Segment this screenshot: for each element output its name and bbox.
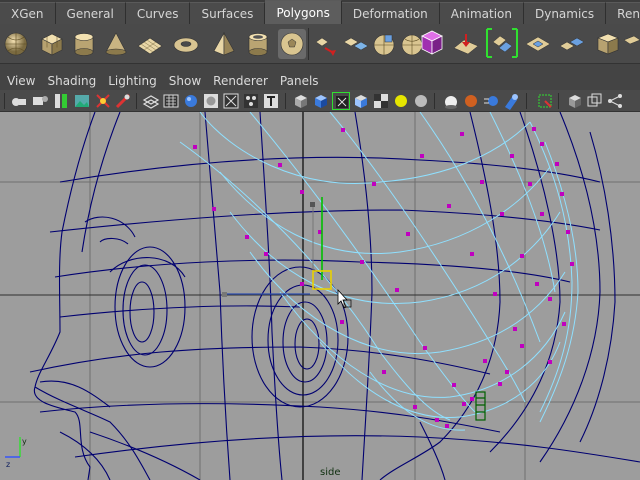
shelf-tab-general[interactable]: General [55, 2, 126, 24]
isolate-view-icon[interactable] [566, 92, 584, 110]
menu-renderer[interactable]: Renderer [207, 74, 274, 88]
panel-toolbar [0, 90, 640, 112]
menu-lighting[interactable]: Lighting [102, 74, 163, 88]
axis-gizmo-icon: y z [5, 437, 27, 469]
menu-view[interactable]: View [1, 74, 41, 88]
poly-fill-hole-icon[interactable] [524, 29, 552, 59]
head-wireframe[interactable]: y z [0, 112, 640, 480]
poly-torus-icon[interactable] [172, 29, 200, 59]
select-camera-icon[interactable] [10, 92, 28, 110]
eye-wireframe [84, 216, 186, 368]
poly-soccer-ball-icon[interactable] [278, 29, 306, 59]
poly-cube-icon[interactable] [38, 29, 66, 59]
smooth-shade-icon[interactable] [162, 92, 180, 110]
poly-separate-icon[interactable] [312, 29, 340, 59]
joint-icon [475, 391, 486, 421]
svg-text:y: y [22, 437, 27, 446]
viewport-axes [0, 112, 640, 480]
ambient-occlusion-icon[interactable] [462, 92, 480, 110]
poly-combine-icon[interactable] [342, 29, 370, 59]
shelf-tab-polygons[interactable]: Polygons [265, 0, 342, 24]
viewport-grid [0, 112, 640, 480]
menu-shading[interactable]: Shading [41, 74, 102, 88]
poly-sphere-icon[interactable] [2, 29, 30, 59]
graph-view-icon[interactable] [606, 92, 624, 110]
svg-text:z: z [6, 460, 10, 469]
mouse-cursor-icon [337, 288, 352, 309]
xray-joints-icon[interactable] [332, 92, 350, 110]
poly-append-icon[interactable] [558, 29, 586, 59]
shelf-tab-deformation[interactable]: Deformation [341, 2, 440, 24]
checker-icon[interactable] [372, 92, 390, 110]
selected-vertices [193, 127, 574, 428]
selected-mesh [179, 112, 579, 431]
shelf-tab-curves[interactable]: Curves [125, 2, 191, 24]
poly-bridge-icon[interactable] [484, 26, 520, 60]
isolate-select-icon[interactable] [292, 92, 310, 110]
shadows-icon[interactable] [242, 92, 260, 110]
poly-plane-icon[interactable] [136, 29, 164, 59]
default-light-icon[interactable] [392, 92, 410, 110]
side-viewport[interactable]: y z side [0, 112, 640, 480]
camera-name-label: side [320, 467, 341, 478]
toggle-hud-icon[interactable] [586, 92, 604, 110]
bookmarks-icon[interactable] [52, 92, 70, 110]
menu-panels[interactable]: Panels [274, 74, 325, 88]
film-gate-icon[interactable] [114, 92, 132, 110]
shelf-tab-animation[interactable]: Animation [439, 2, 524, 24]
poly-sculpt-icon[interactable] [452, 29, 480, 59]
backface-culling-icon[interactable] [352, 92, 370, 110]
shelf-tab-bar: XGen General Curves Surfaces Polygons De… [0, 0, 640, 24]
shaded-sphere-icon[interactable] [182, 92, 200, 110]
anti-alias-icon[interactable] [502, 92, 520, 110]
poly-cylinder-icon[interactable] [70, 29, 98, 59]
poly-plane-cut-icon[interactable] [594, 29, 622, 59]
shelf-tab-render[interactable]: Render [606, 2, 640, 24]
camera-attributes-icon[interactable] [31, 92, 49, 110]
polygon-shelf [0, 24, 640, 64]
xray-icon[interactable] [312, 92, 330, 110]
all-lights-icon[interactable] [412, 92, 430, 110]
text-icon[interactable] [262, 92, 280, 110]
poly-pyramid-icon[interactable] [210, 29, 238, 59]
head-mesh [29, 112, 640, 480]
poly-cone-icon[interactable] [102, 29, 130, 59]
shelf-tab-xgen[interactable]: XGen [0, 2, 56, 24]
poly-pipe-icon[interactable] [244, 29, 272, 59]
textured-icon[interactable] [202, 92, 220, 110]
shelf-tab-dynamics[interactable]: Dynamics [523, 2, 607, 24]
resolution-gate-icon[interactable] [536, 92, 554, 110]
shelf-tab-surfaces[interactable]: Surfaces [190, 2, 266, 24]
panel-menu-bar: View Shading Lighting Show Renderer Pane… [0, 71, 640, 90]
wireframe-mode-icon[interactable] [142, 92, 160, 110]
lights-icon[interactable] [222, 92, 240, 110]
high-quality-icon[interactable] [442, 92, 460, 110]
image-plane-icon[interactable] [73, 92, 91, 110]
poly-cube-purple-icon[interactable] [418, 27, 446, 57]
grid-toggle-icon[interactable] [94, 92, 112, 110]
motion-blur-icon[interactable] [482, 92, 500, 110]
menu-show[interactable]: Show [163, 74, 207, 88]
poly-mirror-icon[interactable] [622, 29, 640, 59]
poly-extract-icon[interactable] [370, 29, 398, 59]
